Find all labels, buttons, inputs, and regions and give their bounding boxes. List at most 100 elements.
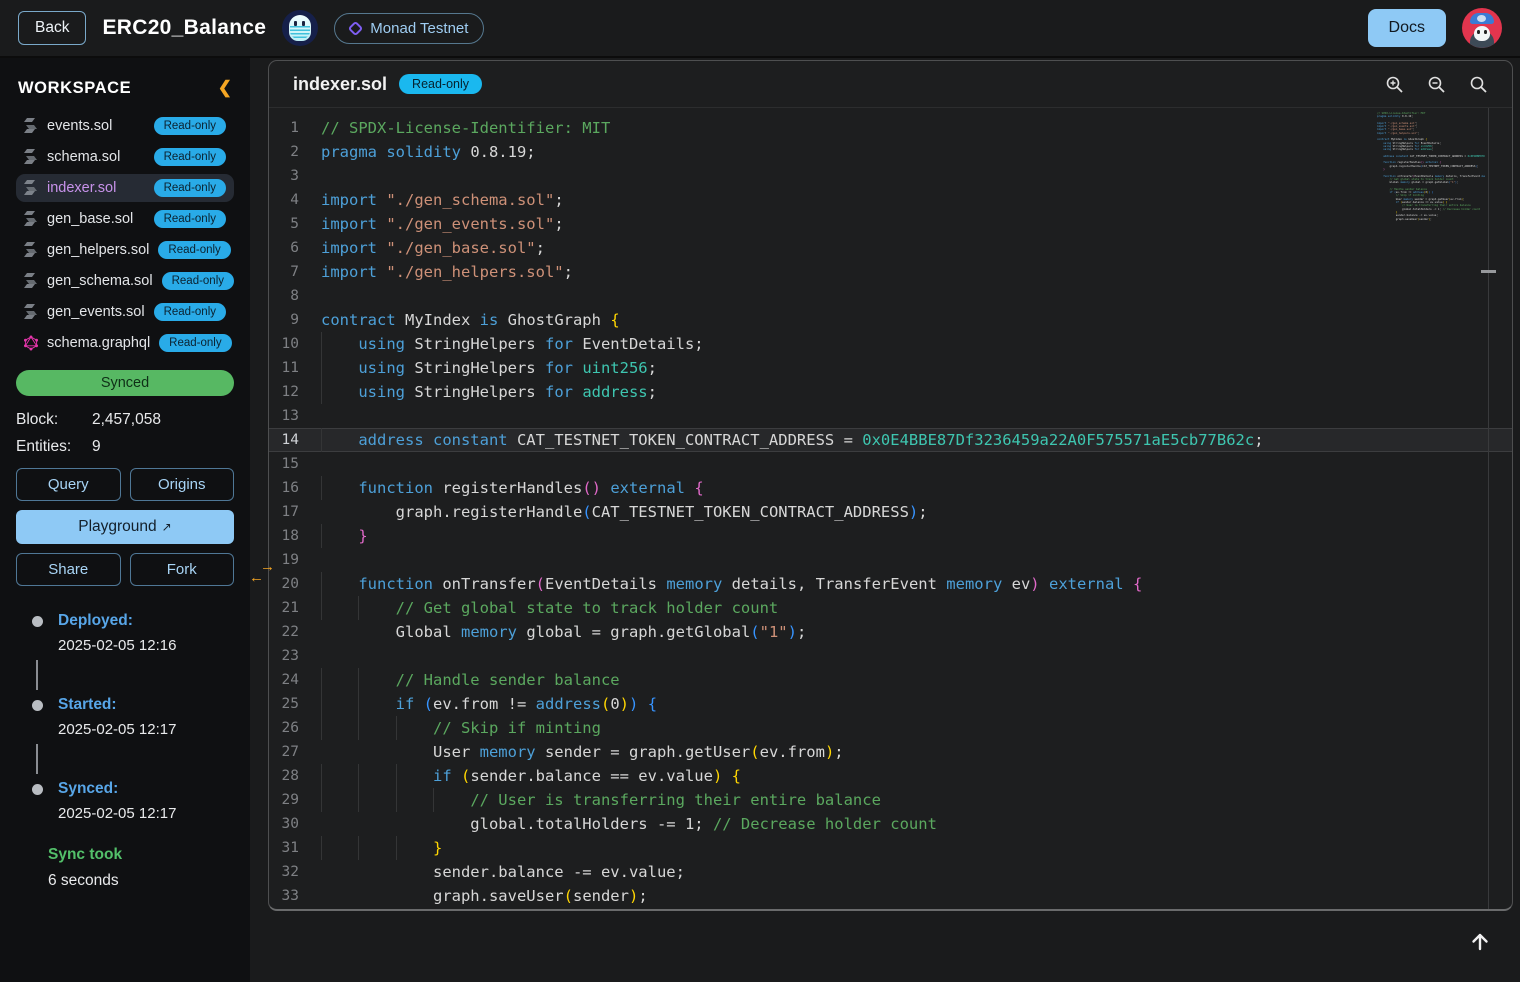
code-token bbox=[1040, 572, 1049, 596]
code-token: memory bbox=[946, 572, 1011, 596]
code-token: ( bbox=[536, 572, 545, 596]
code-token: address constant bbox=[1383, 155, 1410, 158]
entities-stat: Entities: 9 bbox=[16, 438, 234, 456]
read-only-badge: Read-only bbox=[158, 241, 230, 259]
line-number: 13 bbox=[269, 404, 321, 428]
code-token: memory bbox=[480, 740, 545, 764]
code-token: graph.saveUser bbox=[1377, 218, 1418, 221]
line-number: 10 bbox=[269, 332, 321, 356]
panel-resize-handle[interactable]: → ← bbox=[251, 561, 275, 583]
workspace-header: WORKSPACE ❮ bbox=[18, 78, 232, 98]
code-token: StringHelpers bbox=[414, 380, 545, 404]
code-token: if bbox=[433, 764, 461, 788]
code-token: global = graph.getGlobal bbox=[526, 620, 750, 644]
search-icon[interactable] bbox=[1469, 75, 1488, 94]
code-token: 0.8.19; bbox=[470, 140, 535, 164]
file-item[interactable]: schema.graphqlRead-only bbox=[16, 329, 234, 357]
line-number: 14 bbox=[269, 428, 321, 452]
playground-button[interactable]: Playground↗︎ bbox=[16, 510, 234, 544]
scrollbar-handle[interactable] bbox=[1481, 270, 1496, 273]
monad-icon bbox=[348, 20, 364, 36]
block-label: Block: bbox=[16, 411, 92, 429]
code-token: sender.balance == ev.value bbox=[470, 764, 713, 788]
code-line: 31 } bbox=[269, 836, 1512, 860]
zoom-in-icon[interactable] bbox=[1385, 75, 1404, 94]
code-token: // Get global state to track holder coun… bbox=[396, 596, 779, 620]
file-name: gen_base.sol bbox=[47, 211, 145, 227]
timeline-time: 2025-02-05 12:17 bbox=[58, 805, 234, 822]
network-badge[interactable]: Monad Testnet bbox=[334, 13, 484, 44]
read-only-badge: Read-only bbox=[154, 210, 226, 228]
code-line: 16 function registerHandles() external { bbox=[269, 476, 1512, 500]
timeline-time: 2025-02-05 12:17 bbox=[58, 721, 234, 738]
indent-guide bbox=[358, 836, 395, 860]
code-token: using bbox=[358, 356, 414, 380]
code-line: 22 Global memory global = graph.getGloba… bbox=[269, 620, 1512, 644]
avatar[interactable] bbox=[1462, 8, 1502, 48]
query-button[interactable]: Query bbox=[16, 468, 121, 501]
timeline-dot-icon bbox=[32, 700, 43, 711]
indent-guide bbox=[396, 716, 433, 740]
code-line: 27 User memory sender = graph.getUser(ev… bbox=[269, 740, 1512, 764]
share-button[interactable]: Share bbox=[16, 553, 121, 586]
code-token: memory bbox=[461, 620, 526, 644]
code-token: contract bbox=[321, 308, 405, 332]
collapse-sidebar-icon[interactable]: ❮ bbox=[218, 78, 232, 98]
line-number: 33 bbox=[269, 884, 321, 908]
fork-button[interactable]: Fork bbox=[130, 553, 235, 586]
scrollbar-track[interactable] bbox=[1488, 108, 1489, 909]
file-name: gen_events.sol bbox=[47, 304, 145, 320]
zoom-out-icon[interactable] bbox=[1427, 75, 1446, 94]
code-token: ) bbox=[620, 692, 629, 716]
line-number: 16 bbox=[269, 476, 321, 500]
editor-filename: indexer.sol bbox=[293, 74, 387, 95]
file-item[interactable]: events.solRead-only bbox=[16, 112, 234, 140]
timeline-time: 2025-02-05 12:16 bbox=[58, 637, 234, 654]
page-title: ERC20_Balance bbox=[102, 16, 266, 40]
docs-button[interactable]: Docs bbox=[1368, 9, 1446, 47]
scroll-to-top-icon[interactable] bbox=[1468, 929, 1492, 953]
code-line: 3 bbox=[269, 164, 1512, 188]
code-token: ; bbox=[554, 188, 563, 212]
code-lines: 1// SPDX-License-Identifier: MIT2pragma … bbox=[269, 116, 1512, 908]
file-item[interactable]: gen_schema.solRead-only bbox=[16, 267, 234, 295]
read-only-badge: Read-only bbox=[154, 117, 226, 135]
sync-took: Sync took 6 seconds bbox=[16, 846, 234, 890]
timeline-label: Synced: bbox=[58, 780, 234, 798]
code-token: } bbox=[433, 836, 442, 860]
file-item[interactable]: indexer.solRead-only bbox=[16, 174, 234, 202]
file-item[interactable]: gen_events.solRead-only bbox=[16, 298, 234, 326]
code-line: 32 sender.balance -= ev.value; bbox=[269, 860, 1512, 884]
line-number: 21 bbox=[269, 596, 321, 620]
code-token: using bbox=[358, 380, 414, 404]
code-token: ( bbox=[750, 620, 759, 644]
code-area[interactable]: 1// SPDX-License-Identifier: MIT2pragma … bbox=[269, 108, 1512, 909]
origins-button[interactable]: Origins bbox=[130, 468, 235, 501]
code-token: ev bbox=[1012, 572, 1031, 596]
line-number: 26 bbox=[269, 716, 321, 740]
code-token: details, TransferEvent bbox=[732, 572, 947, 596]
code-token: using bbox=[1383, 148, 1392, 151]
read-only-badge: Read-only bbox=[154, 179, 226, 197]
code-token: () bbox=[582, 476, 601, 500]
file-item[interactable]: gen_helpers.solRead-only bbox=[16, 236, 234, 264]
code-token: ) bbox=[825, 740, 834, 764]
code-token: ; bbox=[1430, 218, 1432, 221]
code-token: } bbox=[358, 524, 367, 548]
file-item[interactable]: schema.solRead-only bbox=[16, 143, 234, 171]
code-token: uint256 bbox=[582, 356, 647, 380]
file-item[interactable]: gen_base.sol Read-only bbox=[16, 205, 234, 233]
code-line: 25 if (ev.from != address(0)) { bbox=[269, 692, 1512, 716]
line-number: 9 bbox=[269, 308, 321, 332]
line-number: 11 bbox=[269, 356, 321, 380]
timeline-dot-icon bbox=[32, 784, 43, 795]
code-token: ; bbox=[834, 740, 843, 764]
code-token: sender bbox=[1419, 218, 1428, 221]
code-token: import bbox=[321, 260, 386, 284]
code-token: memory bbox=[666, 572, 731, 596]
minimap[interactable]: // SPDX-License-Identifier: MITpragma so… bbox=[1377, 112, 1485, 221]
timeline-label: Deployed: bbox=[58, 612, 234, 630]
code-line: 15 bbox=[269, 452, 1512, 476]
back-button[interactable]: Back bbox=[18, 11, 86, 45]
indent-guide bbox=[396, 764, 433, 788]
